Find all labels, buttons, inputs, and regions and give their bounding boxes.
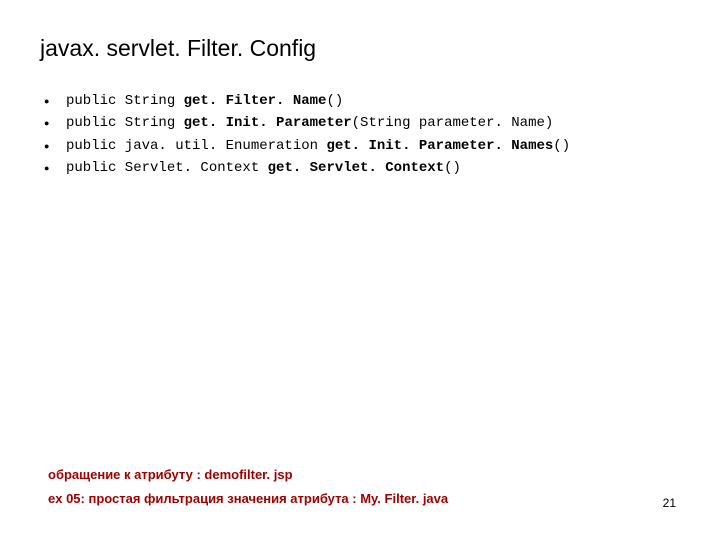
- list-item: public String get. Filter. Name(): [40, 90, 680, 112]
- method-name: get. Servlet. Context: [268, 160, 444, 176]
- method-list: public String get. Filter. Name() public…: [40, 90, 680, 180]
- method-name: get. Filter. Name: [184, 93, 327, 109]
- method-suffix: (): [553, 138, 570, 154]
- footer: обращение к атрибуту : demofilter. jsp e…: [48, 463, 680, 512]
- method-suffix: (): [326, 93, 343, 109]
- method-name: get. Init. Parameter. Names: [326, 138, 553, 154]
- footer-line-2: ex 05: простая фильтрация значения атриб…: [48, 487, 680, 512]
- slide-title: javax. servlet. Filter. Config: [40, 35, 680, 62]
- method-prefix: public java. util. Enumeration: [66, 138, 326, 154]
- list-item: public String get. Init. Parameter(Strin…: [40, 112, 680, 134]
- method-prefix: public String: [66, 93, 184, 109]
- footer-line-1: обращение к атрибуту : demofilter. jsp: [48, 463, 680, 488]
- page-number: 21: [663, 496, 676, 510]
- list-item: public java. util. Enumeration get. Init…: [40, 135, 680, 157]
- list-item: public Servlet. Context get. Servlet. Co…: [40, 157, 680, 179]
- method-suffix: (String parameter. Name): [352, 115, 554, 131]
- method-name: get. Init. Parameter: [184, 115, 352, 131]
- method-prefix: public String: [66, 115, 184, 131]
- method-suffix: (): [444, 160, 461, 176]
- method-prefix: public Servlet. Context: [66, 160, 268, 176]
